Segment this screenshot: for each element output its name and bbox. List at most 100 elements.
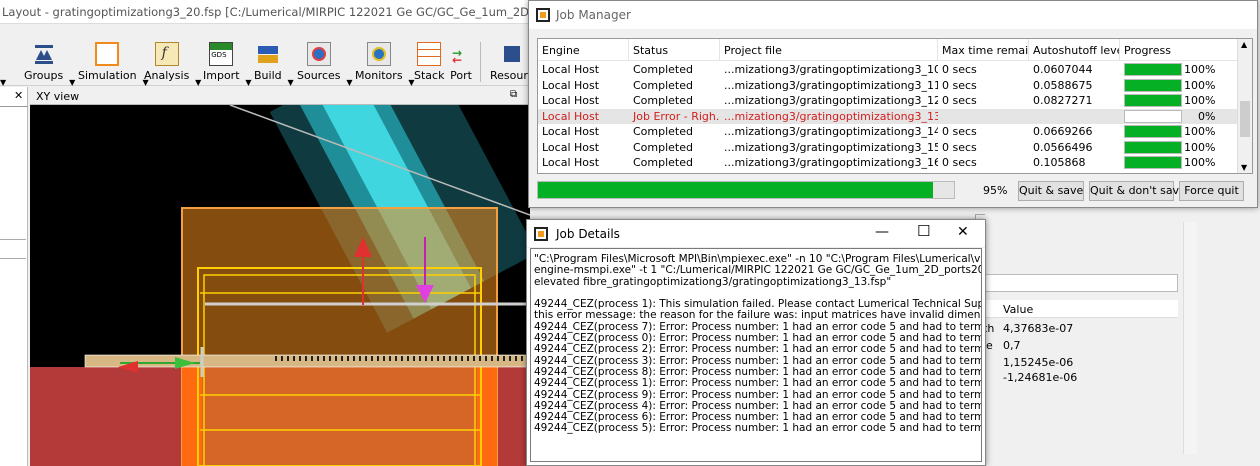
simulation-icon [95, 42, 120, 66]
job-progress-label: 100% [1184, 125, 1216, 138]
job-row[interactable]: Local Host Completed ...mizationg3/grating… [538, 124, 1238, 140]
job-time-remaining: 0 secs [942, 140, 977, 154]
toolbar-simulation-button[interactable]: Simulation ▼ [78, 42, 149, 87]
toolbar-groups-button[interactable]: Groups ▼ [24, 42, 75, 87]
grating-tooth [359, 356, 361, 361]
job-engine: Local Host [542, 94, 600, 107]
job-progress-bar [1124, 63, 1182, 76]
property-value: 0,7 [1003, 339, 1021, 352]
grating-tooth [479, 356, 481, 361]
grating-tooth [521, 356, 523, 361]
grating-tooth [377, 356, 379, 361]
jobs-table-header: Engine Status Project file Max time rema… [538, 39, 1238, 61]
toolbar-stack-label: Stack [414, 69, 445, 82]
job-row[interactable]: Local Host Completed ...mizationg3/grating… [538, 140, 1238, 156]
scroll-down-icon[interactable]: ▼ [1241, 163, 1247, 172]
minimize-icon[interactable]: — [875, 224, 889, 240]
job-progress-fill [1125, 79, 1181, 91]
column-status[interactable]: Status [629, 39, 720, 61]
toolbar-groups-label: Groups [24, 69, 64, 82]
grating-tooth [365, 356, 367, 361]
toolbar-import-button[interactable]: GDS Import ▼ [203, 42, 252, 87]
job-row[interactable]: Local Host Completed ...mizationg3/grating… [538, 93, 1238, 109]
job-progress-label: 100% [1184, 63, 1216, 76]
job-progress-label: 100% [1184, 78, 1216, 92]
log-line: 49244_CEZ(process 2): Error: Process num… [534, 343, 982, 356]
job-engine: Local Host [542, 109, 600, 123]
grating-tooth [311, 356, 313, 361]
job-progress-bar [1124, 109, 1182, 123]
job-time-remaining: 0 secs [942, 63, 977, 76]
properties-scrollbar[interactable] [1183, 222, 1197, 454]
toolbar-stack-button[interactable]: Stack [414, 42, 444, 82]
log-line: engine-msmpi.exe" -t 1 "C:/Lumerical/MIR… [534, 264, 981, 277]
job-status: Completed [633, 94, 693, 107]
toolbar-port-button[interactable]: → ← Port [449, 42, 473, 82]
grating-tooth [455, 356, 457, 361]
panel-field[interactable] [0, 239, 26, 259]
grating-tooth [281, 356, 283, 361]
xy-view-title: XY view [36, 90, 80, 103]
chevron-down-icon[interactable]: ▼ [245, 78, 251, 87]
close-icon[interactable]: ✕ [14, 89, 23, 102]
grating-tooth [401, 356, 403, 361]
grating-tooth [329, 356, 331, 361]
column-progress[interactable]: Progress [1120, 39, 1238, 61]
job-time-remaining [938, 109, 1029, 124]
job-details-title-bar[interactable]: Job Details — ☐ ✕ [527, 220, 985, 248]
toolbar-sources-button[interactable]: Sources ▼ [297, 42, 353, 87]
toolbar-import-label: Import [203, 69, 240, 82]
close-icon[interactable]: ✕ [957, 224, 969, 240]
grating-tooth [317, 356, 319, 361]
panel-divider [0, 106, 28, 107]
job-manager-title-bar[interactable]: Job Manager [529, 1, 1257, 29]
fdtd-region[interactable] [181, 207, 498, 466]
job-row[interactable]: Local Host Completed ...mizationg3/grating… [538, 155, 1238, 171]
job-engine: Local Host [542, 156, 600, 169]
total-progress-bar [537, 181, 955, 199]
resources-icon [500, 42, 524, 66]
properties-filter-input[interactable] [985, 274, 1178, 292]
restore-window-icon[interactable]: ⧉ [510, 89, 517, 100]
column-max-time[interactable]: Max time remaining [938, 39, 1029, 61]
build-icon [256, 42, 280, 66]
job-progress-label: 100% [1184, 156, 1216, 169]
waveguide[interactable] [84, 354, 530, 368]
force-quit-button[interactable]: Force quit [1179, 181, 1244, 201]
maximize-icon[interactable]: ☐ [917, 222, 930, 240]
chevron-down-icon[interactable]: ▼ [346, 78, 352, 87]
grating-tooth [461, 356, 463, 361]
lumerical-app-icon [534, 227, 548, 241]
toolbar-build-button[interactable]: Build ▼ [254, 42, 294, 87]
main-toolbar: ▼ Groups ▼ Simulation ▼ f Analysis ▼ GDS… [0, 24, 534, 87]
column-autoshutoff[interactable]: Autoshutoff level [1029, 39, 1120, 61]
scroll-thumb[interactable] [1240, 101, 1250, 137]
job-autoshutoff-level: 0.0566496 [1033, 140, 1093, 154]
scroll-up-icon[interactable]: ▲ [1241, 40, 1247, 49]
toolbar-monitors-button[interactable]: Monitors ▼ [355, 42, 415, 87]
column-project-file[interactable]: Project file [720, 39, 938, 61]
job-progress-fill [1125, 64, 1181, 75]
monitors-icon [366, 42, 391, 66]
quit-and-save-button[interactable]: Quit & save [1018, 181, 1084, 201]
job-details-log[interactable]: "C:\Program Files\Microsoft MPI\Bin\mpie… [530, 248, 982, 462]
job-time-remaining: 0 secs [942, 156, 977, 169]
toolbar-simulation-label: Simulation [78, 69, 137, 82]
xy-view-canvas[interactable] [30, 105, 530, 466]
job-row[interactable]: Local Host Completed ...mizationg3/grating… [538, 78, 1238, 94]
chevron-down-icon[interactable]: ▼ [195, 78, 201, 87]
toolbar-analysis-button[interactable]: f Analysis ▼ [144, 42, 201, 87]
stack-icon [417, 42, 442, 66]
grating-tooth [431, 356, 433, 361]
chevron-down-icon[interactable]: ▼ [69, 78, 75, 87]
analysis-icon: f [154, 42, 179, 66]
grating-tooth [467, 356, 469, 361]
chevron-down-icon[interactable]: ▼ [287, 78, 293, 87]
job-row[interactable]: Local Host Completed ...mizationg3/grating… [538, 62, 1238, 78]
jobs-table-scrollbar[interactable]: ▲ ▼ [1237, 39, 1252, 173]
job-status: Completed [633, 125, 693, 138]
app-title: Layout - gratingoptimizationg3_20.fsp [C… [2, 5, 530, 19]
quit-and-dont-save-button[interactable]: Quit & don't save [1089, 181, 1186, 201]
job-row[interactable]: Local Host Job Error - Righ... ...mization… [538, 108, 1238, 124]
column-engine[interactable]: Engine [538, 39, 629, 61]
